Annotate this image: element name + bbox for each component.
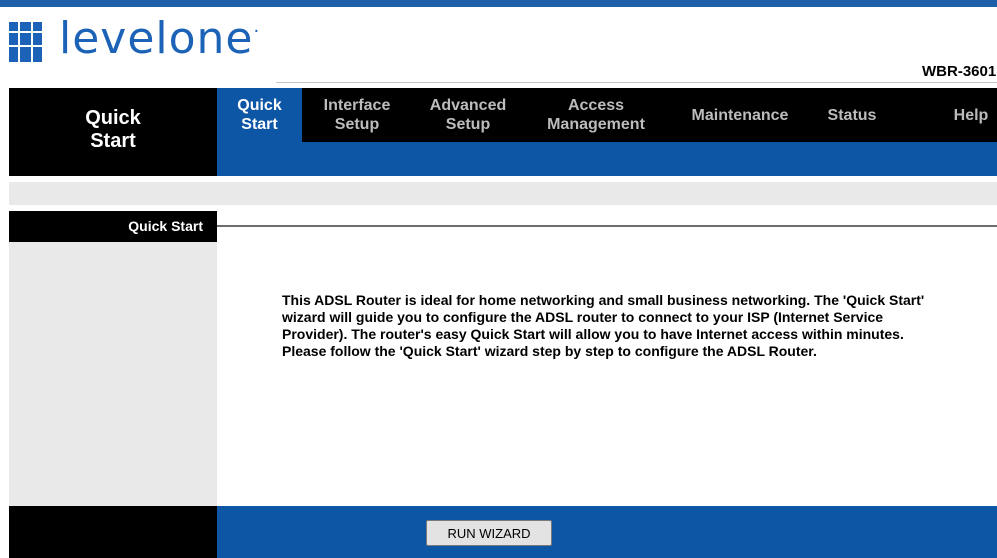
tab-quick-start[interactable]: Quick Start xyxy=(217,88,302,142)
main-nav-tabs: Quick Start Interface Setup Advanced Setup … xyxy=(217,88,997,142)
sub-nav-strip xyxy=(217,142,997,176)
tab-interface-setup-label: Interface Setup xyxy=(323,97,391,133)
tab-maintenance-label: Maintenance xyxy=(691,106,789,124)
tab-status-label: Status xyxy=(827,106,877,124)
tab-access-management[interactable]: Access Management xyxy=(529,88,663,142)
tab-quick-start-label: Quick Start xyxy=(237,97,282,133)
logo-wordmark: levelone· xyxy=(59,13,261,64)
tab-help[interactable]: Help xyxy=(935,88,997,142)
model-name: WBR-3601 xyxy=(922,63,997,80)
left-panel xyxy=(9,211,217,506)
top-accent-bar xyxy=(0,0,997,7)
tab-advanced-setup[interactable]: Advanced Setup xyxy=(409,88,527,142)
tab-status[interactable]: Status xyxy=(808,88,896,142)
nav-section-title: Quick Start xyxy=(9,88,217,176)
levelone-logo-icon xyxy=(9,22,53,64)
quick-start-description: This ADSL Router is ideal for home netwo… xyxy=(282,292,925,359)
nav-section-title-text: Quick Start xyxy=(85,107,141,152)
tab-help-label: Help xyxy=(953,106,989,124)
tab-access-management-label: Access Management xyxy=(547,97,645,133)
spacer-band xyxy=(9,182,997,205)
footer-bar xyxy=(217,506,997,558)
run-wizard-button[interactable]: RUN WIZARD xyxy=(426,520,552,546)
tab-maintenance[interactable]: Maintenance xyxy=(672,88,808,142)
tab-advanced-setup-label: Advanced Setup xyxy=(429,97,507,133)
tab-interface-setup[interactable]: Interface Setup xyxy=(305,88,409,142)
footer-left-block xyxy=(9,506,217,558)
levelone-logo: levelone· xyxy=(9,17,260,64)
header-divider xyxy=(276,82,997,83)
section-label: Quick Start xyxy=(9,211,217,242)
section-divider xyxy=(217,225,997,227)
